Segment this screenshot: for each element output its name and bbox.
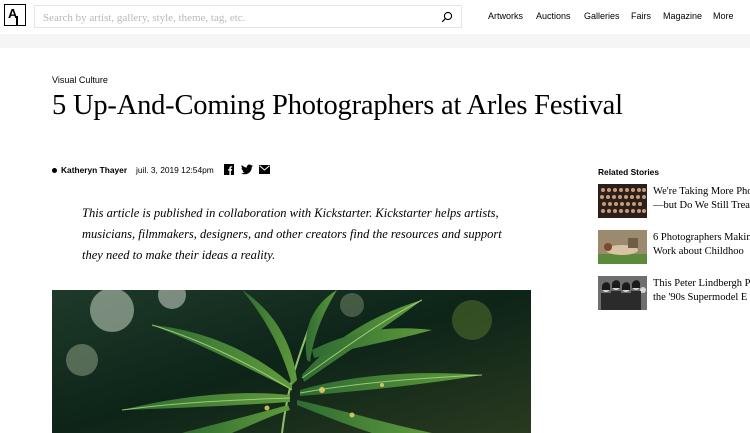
- top-navigation: A Artworks Auctions Galleries Fairs Maga…: [0, 0, 750, 34]
- foliage-photo-icon: [52, 290, 531, 433]
- nav-fairs[interactable]: Fairs: [631, 11, 651, 21]
- nav-artworks[interactable]: Artworks: [488, 11, 523, 21]
- related-story-title[interactable]: This Peter Lindbergh P the '90s Supermod…: [653, 277, 750, 305]
- hero-image: [52, 290, 531, 433]
- artsy-logo[interactable]: A: [4, 4, 26, 26]
- related-thumbnail[interactable]: [598, 184, 647, 218]
- related-title-line: This Peter Lindbergh P: [653, 278, 750, 289]
- supermodels-photo-icon: [598, 276, 647, 310]
- related-title-line: —but Do We Still Trea: [653, 200, 750, 211]
- related-story-title[interactable]: 6 Photographers Makin Work about Childho…: [653, 231, 750, 259]
- article-category[interactable]: Visual Culture: [52, 75, 108, 85]
- related-story-item[interactable]: This Peter Lindbergh P the '90s Supermod…: [598, 276, 750, 312]
- nav-more[interactable]: More: [713, 11, 734, 21]
- search-icon[interactable]: [441, 11, 453, 23]
- logo-bar: [16, 16, 18, 25]
- byline: Katheryn Thayer: [52, 165, 127, 175]
- author-dot-icon: [52, 167, 57, 173]
- facebook-icon[interactable]: [224, 164, 234, 175]
- search-input[interactable]: [41, 8, 435, 27]
- search-box[interactable]: [34, 5, 462, 28]
- related-title-line: 6 Photographers Makin: [653, 232, 750, 243]
- childhood-photo-icon: [598, 230, 647, 264]
- article-title: 5 Up-And-Coming Photographers at Arles F…: [52, 90, 623, 121]
- header-divider-band: [0, 34, 750, 48]
- related-story-title[interactable]: We're Taking More Pho —but Do We Still T…: [653, 185, 750, 213]
- nav-magazine[interactable]: Magazine: [663, 11, 702, 21]
- nav-auctions[interactable]: Auctions: [536, 11, 571, 21]
- twitter-icon[interactable]: [241, 164, 253, 175]
- related-story-item[interactable]: We're Taking More Pho —but Do We Still T…: [598, 184, 750, 220]
- crowd-photo-icon: [598, 184, 647, 218]
- related-thumbnail[interactable]: [598, 230, 647, 264]
- related-thumbnail[interactable]: [598, 276, 647, 310]
- publish-date: juil. 3, 2019 12:54pm: [136, 165, 214, 175]
- related-title-line: Work about Childhoo: [653, 246, 744, 257]
- related-stories-heading: Related Stories: [598, 167, 659, 177]
- nav-galleries[interactable]: Galleries: [584, 11, 620, 21]
- author-name[interactable]: Katheryn Thayer: [61, 165, 127, 175]
- related-title-line: the '90s Supermodel E: [653, 292, 748, 303]
- article-intro: This article is published in collaborati…: [82, 206, 502, 262]
- related-title-line: We're Taking More Pho: [653, 186, 750, 197]
- related-story-item[interactable]: 6 Photographers Makin Work about Childho…: [598, 230, 750, 266]
- email-icon[interactable]: [259, 165, 270, 174]
